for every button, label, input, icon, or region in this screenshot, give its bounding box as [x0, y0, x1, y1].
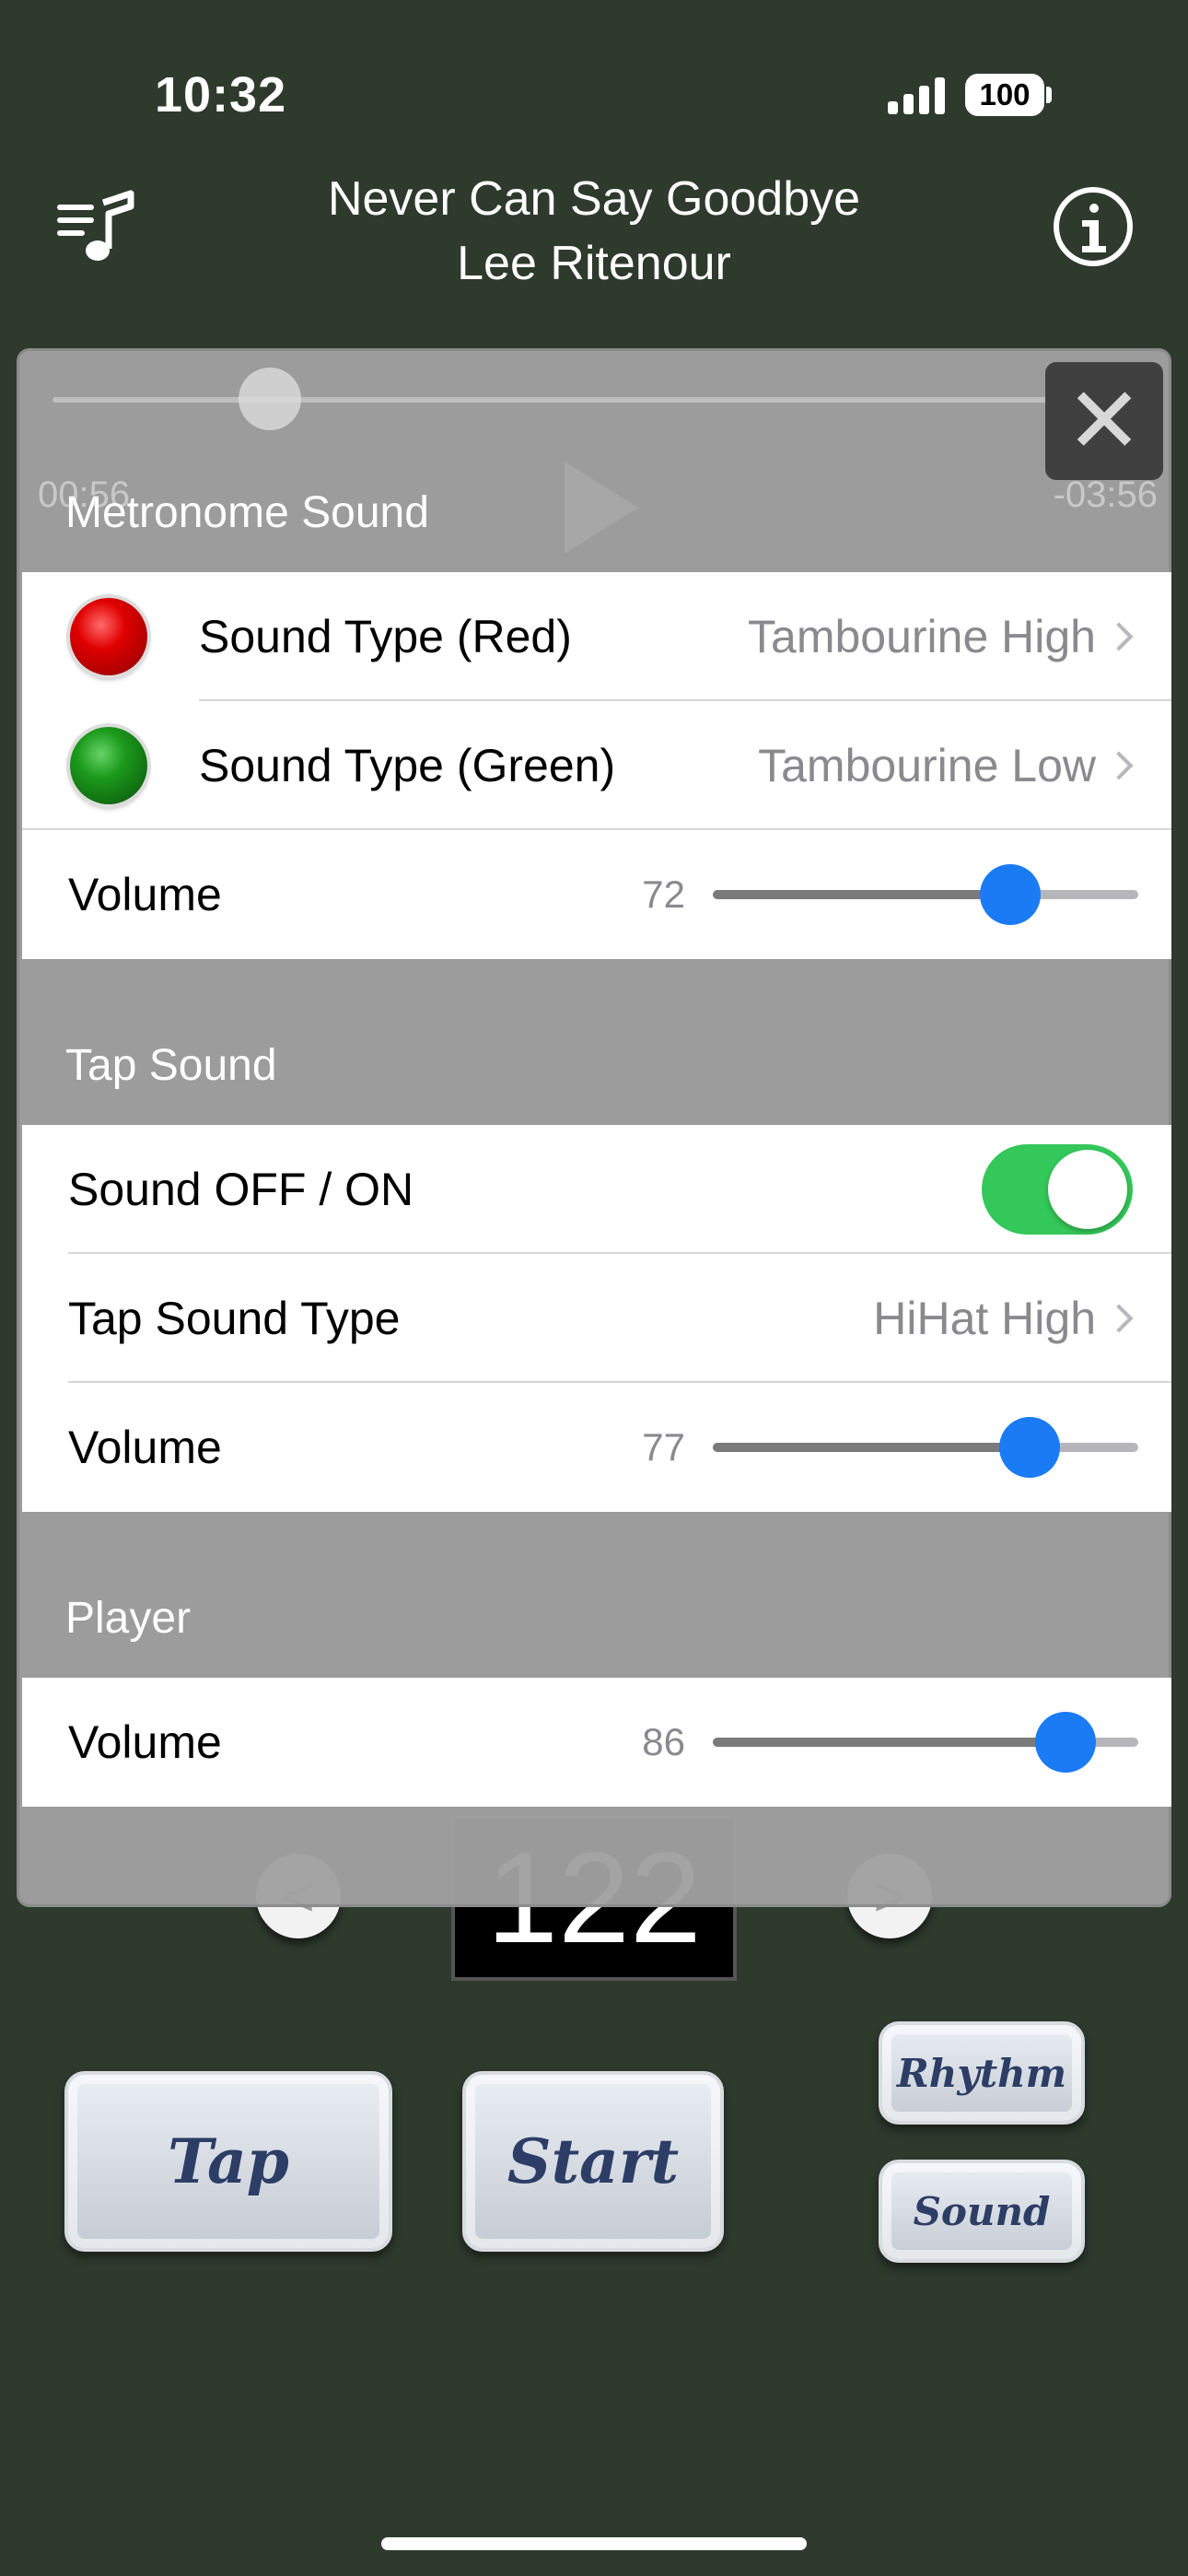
ghost-remaining-time: -03:56 — [1053, 474, 1158, 515]
tap-volume-row: Volume 77 — [22, 1383, 1171, 1512]
rhythm-label: Rhythm — [896, 2050, 1067, 2096]
tap-sound-type-row[interactable]: Tap Sound Type HiHat High — [22, 1254, 1171, 1383]
close-button[interactable]: ✕ — [1045, 362, 1163, 480]
song-title: Never Can Say Goodbye — [327, 172, 861, 226]
chevron-right-icon — [1104, 622, 1134, 651]
rhythm-button[interactable]: Rhythm — [879, 2021, 1085, 2125]
slider-fill — [713, 1738, 1066, 1747]
metronome-group: Sound Type (Red) Tambourine High Sound T… — [22, 572, 1171, 959]
sound-settings-panel: 00:56 -03:56 ✕ Metronome Sound Sound Typ… — [17, 348, 1171, 1907]
player-volume-slider[interactable] — [713, 1712, 1138, 1773]
slider-fill — [713, 1443, 1031, 1452]
tap-button[interactable]: Tap — [64, 2071, 392, 2252]
signal-icon — [888, 77, 947, 114]
metronome-volume-row: Volume 72 — [22, 830, 1171, 959]
tap-group: Sound OFF / ON Tap Sound Type HiHat High… — [22, 1125, 1171, 1512]
player-group: Volume 86 — [22, 1678, 1171, 1807]
battery-tip — [1046, 87, 1052, 103]
ghost-play-icon — [565, 462, 638, 554]
tap-sound-toggle-row: Sound OFF / ON — [22, 1125, 1171, 1254]
start-button[interactable]: Start — [462, 2071, 724, 2252]
sound-type-green-row[interactable]: Sound Type (Green) Tambourine Low — [22, 701, 1171, 830]
chevron-right-icon — [1104, 1304, 1134, 1333]
section-header-tap: Tap Sound — [65, 1041, 277, 1090]
section-header-player: Player — [65, 1594, 192, 1643]
metronome-volume-slider[interactable] — [713, 864, 1138, 925]
metronome-volume-value: 72 — [642, 872, 685, 916]
tap-sound-type-value: HiHat High — [873, 1293, 1096, 1344]
song-artist: Lee Ritenour — [457, 237, 731, 290]
battery-level: 100 — [979, 77, 1031, 111]
tap-label: Tap — [168, 2125, 289, 2197]
ghost-progress-knob — [239, 368, 301, 430]
start-label: Start — [507, 2125, 680, 2197]
toggle-knob — [1048, 1150, 1127, 1229]
battery-icon: 100 — [965, 74, 1044, 116]
tap-sound-toggle[interactable] — [982, 1144, 1133, 1235]
red-led-icon — [70, 598, 147, 675]
sound-label: Sound — [913, 2188, 1051, 2234]
status-time: 10:32 — [155, 67, 287, 123]
tap-sound-toggle-label: Sound OFF / ON — [68, 1164, 414, 1215]
sound-type-green-value: Tambourine Low — [758, 740, 1096, 791]
tap-volume-value: 77 — [642, 1425, 685, 1469]
slider-thumb[interactable] — [980, 864, 1042, 925]
player-volume-row: Volume 86 — [22, 1678, 1171, 1807]
player-volume-label: Volume — [68, 1716, 222, 1768]
tap-volume-slider[interactable] — [713, 1417, 1138, 1478]
tap-volume-label: Volume — [68, 1422, 222, 1473]
sound-button[interactable]: Sound — [879, 2160, 1085, 2263]
chevron-right-icon — [1104, 751, 1134, 780]
slider-thumb[interactable] — [999, 1417, 1061, 1478]
tap-sound-type-label: Tap Sound Type — [68, 1293, 401, 1344]
home-indicator — [381, 2537, 807, 2550]
sound-type-red-label: Sound Type (Red) — [199, 611, 572, 662]
player-volume-value: 86 — [642, 1720, 685, 1763]
info-icon-part — [1082, 246, 1106, 252]
section-header-metronome: Metronome Sound — [65, 488, 429, 537]
ghost-progress-track — [52, 397, 1139, 403]
info-button[interactable] — [1054, 187, 1133, 266]
slider-thumb[interactable] — [1035, 1712, 1097, 1773]
slider-fill — [713, 890, 1011, 899]
sound-type-green-label: Sound Type (Green) — [199, 740, 616, 791]
sound-type-red-value: Tambourine High — [748, 611, 1096, 662]
sound-type-red-row[interactable]: Sound Type (Red) Tambourine High — [22, 572, 1171, 701]
close-icon: ✕ — [1066, 369, 1143, 473]
metronome-volume-label: Volume — [68, 869, 222, 920]
info-icon — [1089, 204, 1099, 213]
green-led-icon — [70, 727, 147, 804]
